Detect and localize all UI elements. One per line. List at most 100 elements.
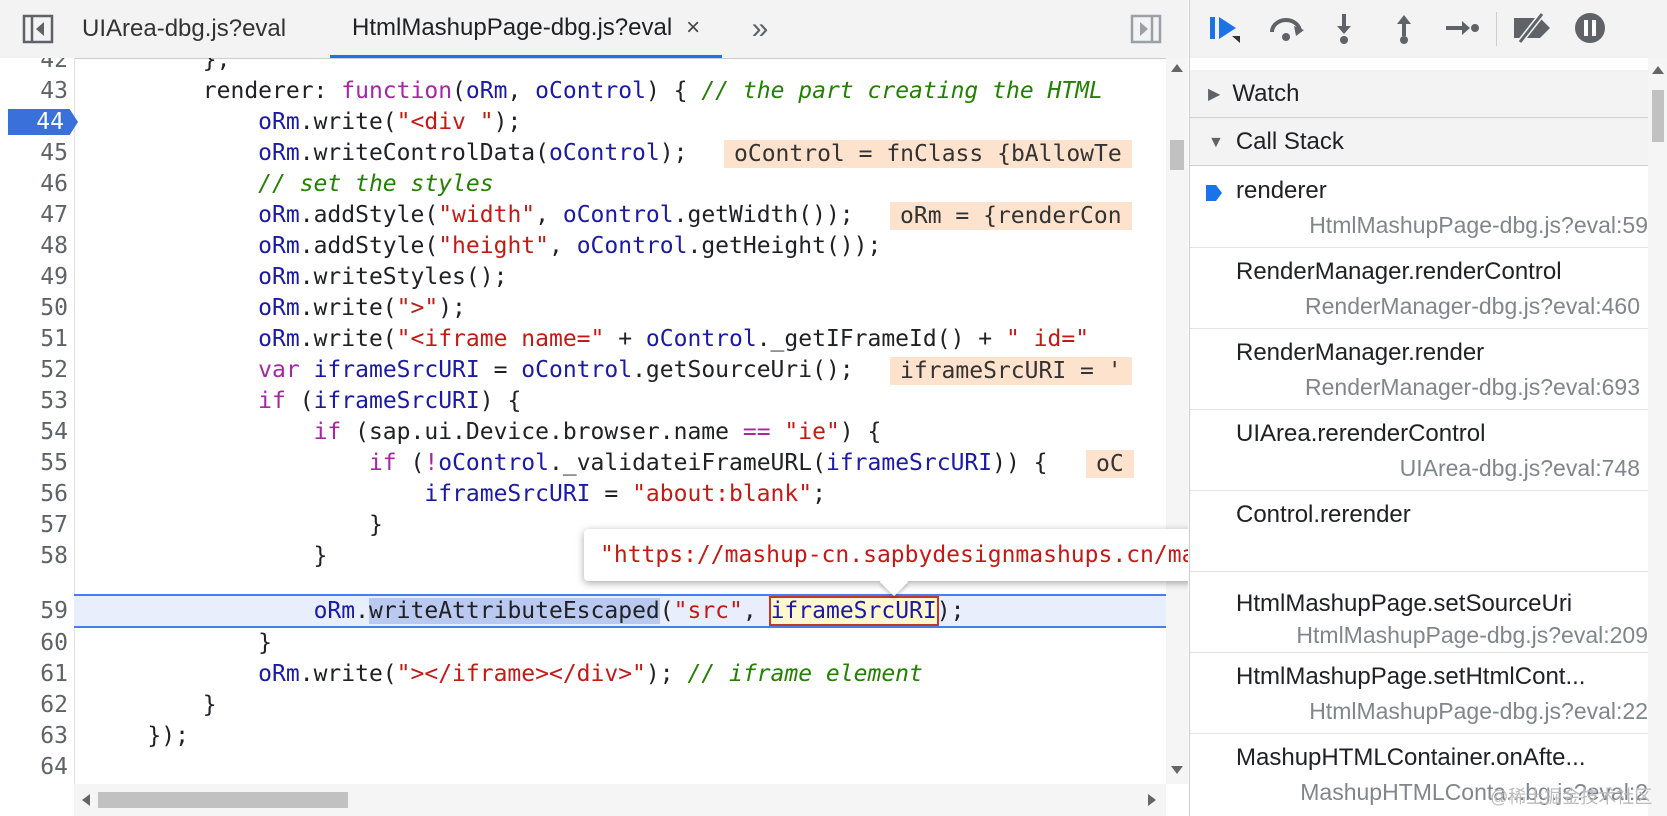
editor-tab-bar: UIArea-dbg.js?eval HtmlMashupPage-dbg.js… <box>0 0 1188 59</box>
call-stack-section-header[interactable]: ▼ Call Stack <box>1190 118 1648 166</box>
code-line: 55 if (!oControl._validateiFrameURL(ifra… <box>0 447 1166 479</box>
scroll-down-icon[interactable] <box>1171 766 1183 774</box>
line-number[interactable]: 46 <box>0 168 68 200</box>
section-title: Watch <box>1232 80 1300 107</box>
line-number[interactable]: 61 <box>0 658 68 690</box>
code-line: 60 } <box>0 627 1166 659</box>
code-text: oRm.addStyle("width", oControl.getWidth(… <box>258 202 854 228</box>
code-line: 54 if (sap.ui.Device.browser.name == "ie… <box>0 416 1166 448</box>
scrollbar-thumb[interactable] <box>1652 90 1664 142</box>
code-line: 61 oRm.write("></iframe></div>"); // ifr… <box>0 658 1166 690</box>
expand-triangle-icon: ▶ <box>1208 85 1221 103</box>
step-into-icon[interactable] <box>1322 8 1366 48</box>
frame-function: HtmlMashupPage.setSourceUri <box>1236 590 1573 617</box>
code-line: 47 oRm.addStyle("width", oControl.getWid… <box>0 199 1166 231</box>
inline-value[interactable]: oControl = fnClass {bAllowTe <box>724 140 1132 168</box>
code-line: 49 oRm.writeStyles(); <box>0 261 1166 293</box>
call-frame[interactable]: Control.rerender <box>1190 491 1648 572</box>
line-number[interactable]: 47 <box>0 199 68 231</box>
code-text: oRm.writeAttributeEscaped("src", iframeS… <box>313 596 965 626</box>
line-number[interactable]: 63 <box>0 720 68 752</box>
line-number[interactable]: 49 <box>0 261 68 293</box>
line-number[interactable]: 45 <box>0 137 68 169</box>
line-number[interactable]: 51 <box>0 323 68 355</box>
inline-value[interactable]: iframeSrcURI = ' <box>890 357 1132 385</box>
frame-location[interactable]: HtmlMashupPage-dbg.js?eval:59 <box>1309 212 1648 239</box>
call-frame[interactable]: HtmlMashupPage.setSourceUri HtmlMashupPa… <box>1190 572 1648 653</box>
code-text: oRm.write("<div "); <box>258 109 522 135</box>
code-text: oRm.write("></iframe></div>"); // iframe… <box>258 661 923 687</box>
line-number[interactable]: 50 <box>0 292 68 324</box>
debugger-toolbar <box>1190 0 1667 59</box>
frame-location[interactable]: UIArea-dbg.js?eval:748 <box>1400 455 1640 482</box>
line-number[interactable]: 57 <box>0 509 68 541</box>
code-text: if (!oControl._validateiFrameURL(iframeS… <box>368 450 1048 476</box>
scrollbar-thumb[interactable] <box>1170 140 1184 170</box>
code-area[interactable]: 42 }, 43 renderer: function(oRm, oContro… <box>0 58 1188 784</box>
frame-location[interactable]: HtmlMashupPage-dbg.js?eval:209 <box>1296 622 1648 649</box>
call-frame[interactable]: UIArea.rerenderControl UIArea-dbg.js?eva… <box>1190 410 1648 491</box>
line-number[interactable]: 52 <box>0 354 68 386</box>
scroll-up-icon[interactable] <box>1652 66 1664 74</box>
line-number[interactable]: 56 <box>0 478 68 510</box>
more-tabs-icon[interactable]: » <box>740 10 780 48</box>
frame-location[interactable]: RenderManager-dbg.js?eval:693 <box>1305 374 1640 401</box>
frame-location[interactable]: HtmlMashupPage-dbg.js?eval:22 <box>1309 698 1648 725</box>
call-frame[interactable]: RenderManager.render RenderManager-dbg.j… <box>1190 329 1648 410</box>
step-icon[interactable] <box>1440 8 1484 48</box>
call-frame[interactable]: HtmlMashupPage.setHtmlCont... HtmlMashup… <box>1190 653 1648 734</box>
scrollbar-thumb[interactable] <box>98 792 348 808</box>
inline-value[interactable]: oRm = {renderCon <box>890 202 1132 230</box>
toggle-navigator-icon[interactable] <box>20 12 56 46</box>
editor-horizontal-scrollbar[interactable] <box>74 784 1166 816</box>
editor-vertical-scrollbar[interactable] <box>1166 58 1188 784</box>
frame-location[interactable]: RenderManager-dbg.js?eval:460 <box>1305 293 1640 320</box>
inline-value[interactable]: oC <box>1086 450 1134 478</box>
tab-htmlmashuppage[interactable]: HtmlMashupPage-dbg.js?eval × <box>330 0 723 58</box>
sidebar-vertical-scrollbar[interactable] <box>1648 58 1667 816</box>
value-popover[interactable]: "https://mashup-cn.sapbydesignmashups.cn… <box>584 529 1188 581</box>
line-number[interactable]: 53 <box>0 385 68 417</box>
code-text: }); <box>92 723 189 749</box>
step-out-icon[interactable] <box>1382 8 1426 48</box>
line-number[interactable]: 42 <box>0 58 68 76</box>
code-line: 52 var iframeSrcURI = oControl.getSource… <box>0 354 1166 386</box>
pause-on-exceptions-icon[interactable] <box>1568 8 1612 48</box>
resume-icon[interactable] <box>1202 8 1246 48</box>
line-number[interactable]: 62 <box>0 689 68 721</box>
line-number[interactable]: 43 <box>0 75 68 107</box>
code-text: if (sap.ui.Device.browser.name == "ie") … <box>313 419 882 445</box>
line-number[interactable]: 60 <box>0 627 68 659</box>
frame-function: RenderManager.renderControl <box>1236 258 1562 285</box>
line-number[interactable]: 59 <box>0 595 68 627</box>
code-comment: // the part creating the HTML <box>701 78 1103 104</box>
step-over-icon[interactable] <box>1264 8 1308 48</box>
code-line: 46 // set the styles <box>0 168 1166 200</box>
close-tab-icon[interactable]: × <box>686 14 700 42</box>
scroll-up-icon[interactable] <box>1171 64 1183 72</box>
call-frame[interactable]: RenderManager.renderControl RenderManage… <box>1190 248 1648 329</box>
watch-section-header[interactable]: ▶ Watch <box>1190 70 1648 118</box>
code-text: renderer: function(oRm, oControl) { // t… <box>92 75 1103 107</box>
line-number[interactable]: 55 <box>0 447 68 479</box>
section-title: Call Stack <box>1235 128 1344 155</box>
call-frame-selected[interactable]: renderer HtmlMashupPage-dbg.js?eval:59 <box>1190 167 1648 248</box>
scroll-left-icon[interactable] <box>82 794 90 806</box>
current-frame-arrow-icon <box>1206 185 1222 201</box>
deactivate-breakpoints-icon[interactable] <box>1510 8 1554 48</box>
line-number[interactable]: 58 <box>0 540 68 572</box>
line-number[interactable]: 65 <box>0 779 68 784</box>
code-line: 53 if (iframeSrcURI) { <box>0 385 1166 417</box>
code-line: 56 iframeSrcURI = "about:blank"; <box>0 478 1166 510</box>
line-number[interactable]: 54 <box>0 416 68 448</box>
code-line: 62 } <box>0 689 1166 721</box>
tab-uiarea[interactable]: UIArea-dbg.js?eval <box>82 0 306 58</box>
scroll-right-icon[interactable] <box>1148 794 1156 806</box>
toggle-debugger-icon[interactable] <box>1128 12 1164 46</box>
breakpoint-marker[interactable]: 44 <box>8 109 78 135</box>
code-text: iframeSrcURI = "about:blank"; <box>424 481 826 507</box>
code-line: 63 }); <box>0 720 1166 752</box>
line-number[interactable]: 48 <box>0 230 68 262</box>
code-line: 43 renderer: function(oRm, oControl) { /… <box>0 75 1166 107</box>
